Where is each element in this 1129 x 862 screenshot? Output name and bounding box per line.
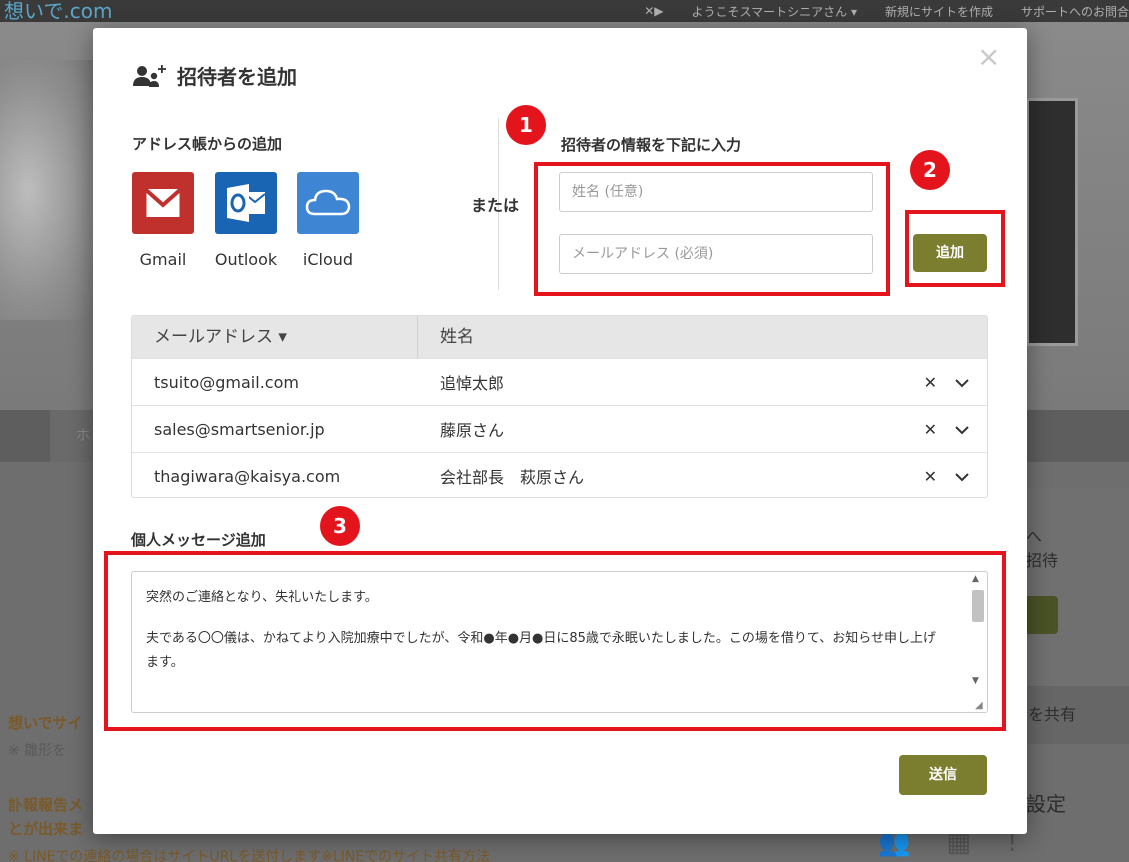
icloud-icon bbox=[305, 189, 351, 216]
row-name: 藤原さん bbox=[440, 421, 505, 440]
outlook-icon bbox=[227, 184, 266, 222]
highlight-message-area bbox=[104, 551, 1006, 731]
column-header-name: 姓名 bbox=[440, 327, 474, 347]
row-email: sales@smartsenior.jp bbox=[154, 419, 325, 439]
row-email: tsuito@gmail.com bbox=[154, 372, 299, 392]
background-right-text: へ招待 bbox=[1026, 527, 1059, 570]
icloud-label: iCloud bbox=[302, 250, 354, 269]
row-actions: ✕ bbox=[924, 453, 969, 497]
step-badge-2: 2 bbox=[910, 150, 950, 190]
address-book-label: アドレス帳からの追加 bbox=[132, 135, 283, 153]
table-row: tsuito@gmail.com 追悼太郎 ✕ bbox=[132, 358, 987, 405]
table-row: thagiwara@kaisya.com 会社部長 萩原さん ✕ bbox=[132, 452, 987, 497]
close-icon[interactable]: × bbox=[977, 40, 1000, 73]
background-photo bbox=[1026, 98, 1078, 346]
background-left-heading: 想いでサイ bbox=[8, 714, 83, 732]
remove-icon[interactable]: ✕ bbox=[924, 467, 937, 486]
chevron-down-icon[interactable] bbox=[955, 467, 969, 486]
highlight-input-area bbox=[534, 162, 890, 296]
nav-support: サポートへのお問合 bbox=[1020, 4, 1129, 19]
gmail-icon bbox=[143, 187, 183, 217]
column-header-email[interactable]: メールアドレス ▾ bbox=[132, 316, 418, 358]
row-name: 会社部長 萩原さん bbox=[440, 468, 585, 487]
background-nav: ✕▶ ようこそスマートシニアさん ▾ 新規にサイトを作成 サポートへのお問合 bbox=[616, 0, 1129, 22]
step-badge-3: 3 bbox=[320, 506, 360, 546]
mute-icon: ✕▶ bbox=[644, 4, 664, 18]
modal-title: 招待者を追加 bbox=[177, 65, 297, 89]
row-actions: ✕ bbox=[924, 359, 969, 406]
highlight-add-button bbox=[905, 210, 1005, 287]
background-share-text: を共有 bbox=[1026, 686, 1129, 744]
row-name: 追悼太郎 bbox=[440, 374, 505, 393]
gmail-label: Gmail bbox=[139, 250, 187, 269]
step-badge-1: 1 bbox=[506, 105, 546, 145]
modal-title-row: 招待者を追加 bbox=[131, 61, 297, 90]
message-label: 個人メッセージ追加 bbox=[131, 531, 266, 549]
invitee-table: メールアドレス ▾ 姓名 tsuito@gmail.com 追悼太郎 ✕ sal… bbox=[131, 315, 988, 498]
manual-entry-label: 招待者の情報を下記に入力 bbox=[561, 136, 742, 154]
background-tab: ホ bbox=[50, 410, 94, 462]
remove-icon[interactable]: ✕ bbox=[924, 420, 937, 439]
background-left-heading-2: 訃報報告メ bbox=[8, 796, 84, 814]
outlook-button[interactable] bbox=[215, 172, 277, 234]
background-feather-image bbox=[0, 60, 95, 320]
row-email: thagiwara@kaisya.com bbox=[154, 466, 341, 486]
or-label: または bbox=[471, 196, 520, 215]
chevron-down-icon[interactable] bbox=[955, 373, 969, 392]
add-user-icon bbox=[131, 62, 171, 90]
table-header: メールアドレス ▾ 姓名 bbox=[132, 316, 987, 358]
background-settings-text: 設定 bbox=[1026, 792, 1066, 816]
table-row: sales@smartsenior.jp 藤原さん ✕ bbox=[132, 405, 987, 452]
chevron-down-icon[interactable] bbox=[955, 420, 969, 439]
nav-welcome: ようこそスマートシニアさん ▾ bbox=[691, 4, 857, 19]
remove-icon[interactable]: ✕ bbox=[924, 373, 937, 392]
background-right-panel bbox=[1026, 488, 1129, 688]
gmail-button[interactable] bbox=[132, 172, 194, 234]
background-left-note: ※ 雛形を bbox=[8, 743, 67, 759]
row-actions: ✕ bbox=[924, 406, 969, 453]
background-right-button bbox=[1026, 596, 1058, 634]
icloud-button[interactable] bbox=[297, 172, 359, 234]
outlook-label: Outlook bbox=[214, 250, 278, 269]
send-button[interactable]: 送信 bbox=[899, 755, 987, 795]
nav-create-site: 新規にサイトを作成 bbox=[884, 4, 993, 19]
site-logo: 想いで.com bbox=[4, 0, 113, 23]
background-bottom-note: ※ LINEでの連絡の場合はサイトURLを送付します※LINEでのサイト共有方法 bbox=[8, 849, 491, 862]
background-left-heading-3: とが出来ま bbox=[8, 820, 84, 838]
